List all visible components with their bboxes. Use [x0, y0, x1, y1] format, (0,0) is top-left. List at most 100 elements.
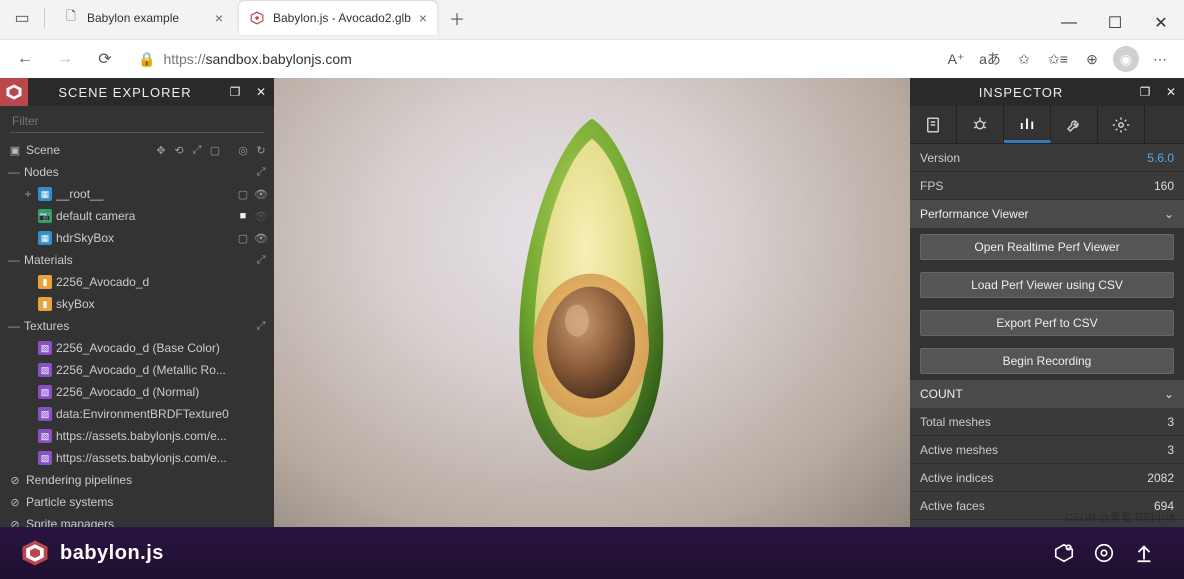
expand-icon[interactable]: +: [22, 187, 34, 201]
expand-icon[interactable]: ⤢: [254, 319, 268, 333]
empty-icon: ⊘: [8, 496, 22, 509]
environment-button[interactable]: [1044, 533, 1084, 573]
tree-materials[interactable]: — Materials ⤢: [0, 249, 274, 271]
tab-label: Babylon.js - Avocado2.glb: [273, 11, 411, 25]
translate-icon[interactable]: aあ: [974, 44, 1006, 74]
app-body: SCENE EXPLORER ❐ ✕ ▣ Scene ✥ ⟲ ⤢ ▢ ◎ ↻: [0, 78, 1184, 527]
box-icon[interactable]: ▢: [236, 187, 250, 201]
stat-fps: FPS 160: [910, 172, 1184, 200]
maximize-button[interactable]: ☐: [1092, 7, 1138, 39]
watermark: CSDN @爱看书的小沐: [1065, 509, 1176, 525]
open-perf-button[interactable]: Open Realtime Perf Viewer: [920, 234, 1174, 260]
rotate-icon[interactable]: ⟲: [172, 143, 186, 157]
texture-icon: ▧: [38, 385, 52, 399]
camera-active-icon[interactable]: ■: [236, 209, 250, 223]
tree-root[interactable]: + ▦ __root__ ▢👁: [0, 183, 274, 205]
stat-row: Total meshes3: [910, 408, 1184, 436]
favorites-bar-icon[interactable]: ✩≡: [1042, 44, 1074, 74]
collections-icon[interactable]: ⊕: [1076, 44, 1108, 74]
back-button[interactable]: ←: [8, 44, 42, 74]
brand-logo: babylon.js: [20, 538, 164, 568]
tree-skybox[interactable]: ▦ hdrSkyBox ▢👁: [0, 227, 274, 249]
tab-statistics[interactable]: [1004, 106, 1051, 143]
tab-settings[interactable]: [1098, 106, 1145, 143]
page-icon: 🗋: [63, 10, 79, 26]
tree-material[interactable]: ▮ skyBox: [0, 293, 274, 315]
tree-texture[interactable]: ▧2256_Avocado_d (Base Color): [0, 337, 274, 359]
move-icon[interactable]: ✥: [154, 143, 168, 157]
collapse-icon[interactable]: —: [8, 319, 20, 333]
box-icon[interactable]: ▢: [236, 231, 250, 245]
tab-debug[interactable]: [957, 106, 1004, 143]
close-panel-button[interactable]: ✕: [1158, 79, 1184, 105]
tree-nodes[interactable]: — Nodes ⤢: [0, 161, 274, 183]
tree-texture[interactable]: ▧https://assets.babylonjs.com/e...: [0, 425, 274, 447]
eye-icon[interactable]: 👁: [254, 231, 268, 245]
tree-texture[interactable]: ▧https://assets.babylonjs.com/e...: [0, 447, 274, 469]
forward-button[interactable]: →: [48, 44, 82, 74]
tree-textures[interactable]: — Textures ⤢: [0, 315, 274, 337]
browser-addressbar: ← → ⟳ 🔒 https://sandbox.babylonjs.com A⁺…: [0, 40, 1184, 78]
collapse-icon[interactable]: —: [8, 165, 20, 179]
browser-tab-1[interactable]: Babylon.js - Avocado2.glb ×: [239, 1, 437, 35]
popout-button[interactable]: ❐: [1132, 79, 1158, 105]
viewport-3d[interactable]: [274, 78, 910, 527]
eye-icon[interactable]: 👁: [254, 209, 268, 223]
texture-icon: ▧: [38, 429, 52, 443]
babylon-logo-icon: [20, 538, 50, 568]
url-field[interactable]: 🔒 https://sandbox.babylonjs.com: [128, 44, 934, 74]
empty-icon: ⊘: [8, 474, 22, 487]
favorite-icon[interactable]: ✩: [1008, 44, 1040, 74]
tab-label: Babylon example: [87, 11, 207, 25]
tree-texture[interactable]: ▧data:EnvironmentBRDFTexture0: [0, 403, 274, 425]
more-menu-button[interactable]: ⋯: [1144, 44, 1176, 74]
new-tab-button[interactable]: ＋: [443, 4, 471, 32]
close-icon[interactable]: ×: [419, 10, 427, 26]
tree-sprites[interactable]: ⊘Sprite managers: [0, 513, 274, 527]
expand-icon[interactable]: ⤢: [254, 165, 268, 179]
browser-tab-0[interactable]: 🗋 Babylon example ×: [53, 1, 233, 35]
inspector-toggle-button[interactable]: [1084, 533, 1124, 573]
tree-material[interactable]: ▮ 2256_Avocado_d: [0, 271, 274, 293]
texture-icon: ▧: [38, 341, 52, 355]
eye-icon[interactable]: 👁: [254, 187, 268, 201]
tree-texture[interactable]: ▧2256_Avocado_d (Normal): [0, 381, 274, 403]
collapse-icon[interactable]: —: [8, 253, 20, 267]
expand-icon[interactable]: ⤢: [254, 253, 268, 267]
close-window-button[interactable]: ✕: [1138, 7, 1184, 39]
tree-rendering[interactable]: ⊘Rendering pipelines: [0, 469, 274, 491]
version-link[interactable]: 5.6.0: [1147, 151, 1174, 165]
tab-tools[interactable]: [1051, 106, 1098, 143]
popout-button[interactable]: ❐: [222, 79, 248, 105]
stat-version: Version 5.6.0: [910, 144, 1184, 172]
scale-icon[interactable]: ⤢: [190, 143, 204, 157]
refresh-button[interactable]: ⟳: [88, 44, 122, 74]
tree-particles[interactable]: ⊘Particle systems: [0, 491, 274, 513]
upload-button[interactable]: [1124, 533, 1164, 573]
stat-row: Active indices2082: [910, 464, 1184, 492]
profile-avatar[interactable]: ◉: [1110, 44, 1142, 74]
stat-row: Active meshes3: [910, 436, 1184, 464]
tree-scene[interactable]: ▣ Scene ✥ ⟲ ⤢ ▢ ◎ ↻: [0, 139, 274, 161]
chevron-down-icon: ⌄: [1164, 207, 1174, 221]
tab-properties[interactable]: [910, 106, 957, 143]
close-icon[interactable]: ×: [215, 10, 223, 26]
record-button[interactable]: Begin Recording: [920, 348, 1174, 374]
close-panel-button[interactable]: ✕: [248, 79, 274, 105]
tree-camera[interactable]: 📷 default camera ■👁: [0, 205, 274, 227]
picking-icon[interactable]: ◎: [236, 143, 250, 157]
minimize-button[interactable]: —: [1046, 7, 1092, 39]
refresh-icon[interactable]: ↻: [254, 143, 268, 157]
bounding-icon[interactable]: ▢: [208, 143, 222, 157]
empty-icon: ⊘: [8, 518, 22, 528]
tab-overview-button[interactable]: ▭: [8, 4, 36, 32]
section-count[interactable]: COUNT ⌄: [910, 380, 1184, 408]
reader-mode-icon[interactable]: A⁺: [940, 44, 972, 74]
scene-explorer-panel: SCENE EXPLORER ❐ ✕ ▣ Scene ✥ ⟲ ⤢ ▢ ◎ ↻: [0, 78, 274, 527]
tree-texture[interactable]: ▧2256_Avocado_d (Metallic Ro...: [0, 359, 274, 381]
section-performance[interactable]: Performance Viewer ⌄: [910, 200, 1184, 228]
load-perf-button[interactable]: Load Perf Viewer using CSV: [920, 272, 1174, 298]
filter-input[interactable]: [10, 110, 264, 133]
bottom-bar: babylon.js: [0, 527, 1184, 579]
export-perf-button[interactable]: Export Perf to CSV: [920, 310, 1174, 336]
